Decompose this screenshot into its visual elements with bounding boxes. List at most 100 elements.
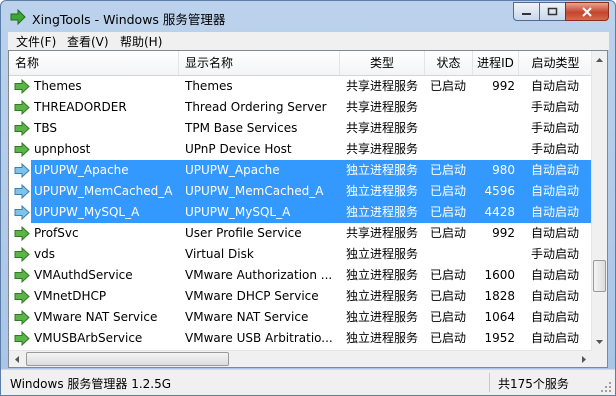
table-row[interactable]: TBS TPM Base Services 共享进程服务 手动启动	[9, 118, 592, 139]
menu-file[interactable]: 文件(F)	[16, 33, 56, 50]
table-row[interactable]: VMUSBArbService VMware USB Arbitratio... 独…	[9, 328, 592, 349]
scroll-up-button[interactable]	[592, 51, 607, 68]
chevron-down-icon	[596, 339, 603, 344]
cell-type: 独立进程服务	[346, 268, 419, 282]
cell-pid: 4428	[484, 205, 515, 219]
cell-type: 共享进程服务	[346, 121, 419, 135]
cell-name: upnphost	[34, 142, 91, 156]
table-row[interactable]: THREADORDER Thread Ordering Server 共享进程服务 手…	[9, 97, 592, 118]
col-header-pid[interactable]: 进程ID	[473, 51, 519, 75]
menu-help[interactable]: 帮助(H)	[120, 33, 162, 50]
minimize-icon	[522, 13, 531, 15]
cell-status: 已启动	[430, 310, 467, 324]
scroll-left-button[interactable]	[9, 351, 24, 367]
service-list[interactable]: 名称 显示名称 类型 状态 进程ID 启动类型 Themes Themes 共享进程…	[8, 50, 608, 368]
horizontal-scroll-thumb[interactable]	[26, 352, 229, 366]
col-header-name[interactable]: 名称	[9, 51, 179, 75]
cell-type: 共享进程服务	[346, 142, 419, 156]
cell-type: 独立进程服务	[346, 163, 419, 177]
cell-display-name: UPUPW_MySQL_A	[185, 205, 291, 219]
cell-status: 已启动	[430, 289, 467, 303]
cell-display-name: UPUPW_MemCached_A	[185, 184, 324, 198]
status-service-count: 共175个服务	[498, 377, 569, 391]
menu-view[interactable]: 查看(V)	[67, 33, 109, 50]
cell-pid	[473, 97, 515, 118]
window-title: XingTools - Windows 服务管理器	[32, 12, 226, 27]
cell-type: 共享进程服务	[346, 79, 419, 93]
cell-status: 已启动	[430, 268, 467, 282]
cell-status: 已启动	[430, 226, 467, 240]
table-row[interactable]: UPUPW_MemCached_A UPUPW_MemCached_A 独立进程服务…	[9, 181, 592, 202]
minimize-button[interactable]	[513, 2, 540, 21]
menu-bar: 文件(F) 查看(V) 帮助(H)	[8, 32, 609, 50]
table-row[interactable]: Themes Themes 共享进程服务 已启动 992 自动启动	[9, 76, 592, 97]
cell-type: 独立进程服务	[346, 184, 419, 198]
cell-name: vds	[34, 247, 55, 261]
cell-pid: 1600	[484, 268, 515, 282]
vertical-scroll-thumb[interactable]	[593, 260, 606, 292]
table-row[interactable]: VMnetDHCP VMware DHCP Service 独立进程服务 已启动 182…	[9, 286, 592, 307]
cell-pid: 980	[492, 163, 515, 177]
status-separator	[489, 373, 490, 392]
service-arrow-icon	[14, 289, 30, 304]
service-arrow-icon	[14, 184, 30, 199]
cell-display-name: Thread Ordering Server	[185, 100, 327, 114]
title-bar[interactable]: XingTools - Windows 服务管理器	[1, 1, 615, 32]
cell-pid: 1952	[484, 331, 515, 345]
service-arrow-icon	[14, 226, 30, 241]
cell-pid	[473, 244, 515, 265]
horizontal-scrollbar[interactable]	[9, 350, 592, 367]
service-arrow-icon	[14, 142, 30, 157]
app-window: XingTools - Windows 服务管理器 文件(F) 查看(V) 帮助…	[0, 0, 616, 396]
table-row[interactable]: vds Virtual Disk 独立进程服务 手动启动	[9, 244, 592, 265]
table-row[interactable]: upnphost UPnP Device Host 共享进程服务 手动启动	[9, 139, 592, 160]
service-arrow-icon	[14, 79, 30, 94]
cell-status	[430, 244, 470, 265]
cell-display-name: UPUPW_Apache	[185, 163, 280, 177]
cell-display-name: UPnP Device Host	[185, 142, 292, 156]
cell-type: 共享进程服务	[346, 100, 419, 114]
cell-status: 已启动	[430, 163, 467, 177]
col-header-type[interactable]: 类型	[340, 51, 425, 75]
service-arrow-icon	[14, 331, 30, 346]
cell-pid	[473, 139, 515, 160]
service-arrow-icon	[14, 310, 30, 325]
app-arrow-icon	[10, 9, 26, 25]
scroll-down-button[interactable]	[592, 333, 607, 350]
cell-name: Themes	[34, 79, 82, 93]
vertical-scrollbar[interactable]	[591, 51, 607, 350]
status-bar: Windows 服务管理器 1.2.5G 共175个服务	[1, 369, 615, 395]
cell-display-name: VMware DHCP Service	[185, 289, 319, 303]
cell-name: UPUPW_MemCached_A	[34, 184, 173, 198]
table-row[interactable]: UPUPW_Apache UPUPW_Apache 独立进程服务 已启动 980 自动启动	[9, 160, 592, 181]
maximize-button[interactable]	[539, 2, 566, 21]
table-row[interactable]: ProfSvc User Profile Service 共享进程服务 已启动 992 自…	[9, 223, 592, 244]
table-row[interactable]: VMAuthdService VMware Authorization ... 独立…	[9, 265, 592, 286]
cell-type: 独立进程服务	[346, 205, 419, 219]
resize-grip-icon[interactable]	[601, 382, 612, 393]
col-header-startup[interactable]: 启动类型	[519, 51, 592, 75]
caption-buttons	[513, 2, 609, 21]
col-header-status[interactable]: 状态	[425, 51, 473, 75]
cell-startup: 自动启动	[531, 268, 580, 282]
table-row[interactable]: VMware NAT Service VMware NAT Service 独立进程…	[9, 307, 592, 328]
col-header-display-name[interactable]: 显示名称	[179, 51, 340, 75]
cell-display-name: VMware NAT Service	[185, 310, 309, 324]
cell-startup: 自动启动	[531, 205, 580, 219]
cell-status: 已启动	[430, 331, 467, 345]
service-arrow-icon	[14, 205, 30, 220]
cell-name: UPUPW_MySQL_A	[34, 205, 140, 219]
table-row[interactable]: UPUPW_MySQL_A UPUPW_MySQL_A 独立进程服务 已启动 4428 自…	[9, 202, 592, 223]
cell-pid: 4596	[484, 184, 515, 198]
cell-name: THREADORDER	[34, 100, 127, 114]
cell-type: 共享进程服务	[346, 226, 419, 240]
status-app-version: Windows 服务管理器 1.2.5G	[10, 377, 172, 391]
cell-status: 已启动	[430, 79, 467, 93]
cell-display-name: VMware Authorization ...	[185, 268, 333, 282]
cell-status: 已启动	[430, 184, 467, 198]
service-arrow-icon	[14, 247, 30, 262]
close-button[interactable]	[565, 2, 609, 21]
chevron-left-icon	[14, 356, 19, 363]
cell-pid: 992	[492, 226, 515, 240]
scroll-right-button[interactable]	[576, 351, 591, 367]
